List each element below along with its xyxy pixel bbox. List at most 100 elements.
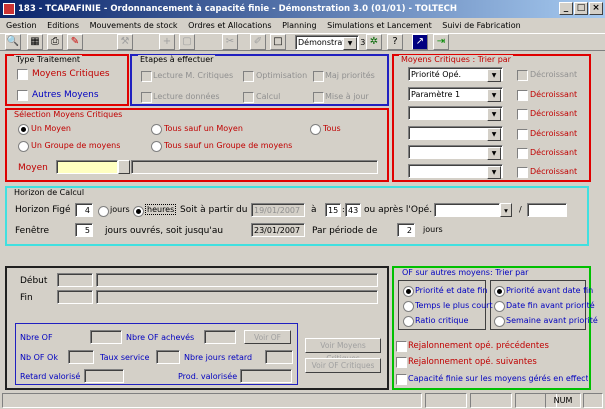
decroissant-checkbox-3[interactable] — [517, 109, 528, 120]
tri-select-4[interactable]: ▼ — [408, 126, 503, 141]
date-fin-avant-radio[interactable] — [494, 301, 505, 312]
voir-moyens-critiques-button[interactable]: Voir Moyens Critiques — [305, 338, 381, 363]
tools-icon[interactable]: ⚒ — [117, 34, 133, 50]
tri-select-2[interactable]: Paramètre 1 ▼ — [408, 87, 503, 102]
menu-ordres[interactable]: Ordres et Allocations — [188, 21, 271, 30]
scenario-select[interactable]: Démonstration 3 ▼ — [295, 35, 365, 50]
fin-detail-field — [96, 290, 378, 304]
decroissant-checkbox-6[interactable] — [517, 167, 528, 178]
calcul-checkbox[interactable] — [243, 92, 254, 103]
operation-suffix-input[interactable] — [527, 203, 567, 217]
autres-moyens-checkbox[interactable] — [17, 90, 28, 101]
decroissant-checkbox-2[interactable] — [517, 90, 528, 101]
chart-icon[interactable]: ↗ — [412, 34, 428, 50]
close-button[interactable]: × — [589, 2, 603, 15]
rejal-precedentes-checkbox[interactable] — [396, 341, 407, 352]
decroissant-label-4: Décroissant — [530, 129, 578, 138]
lecture-critiques-checkbox[interactable] — [141, 71, 152, 82]
periode-input[interactable]: 2 — [397, 223, 415, 237]
ratio-critique-radio[interactable] — [403, 316, 414, 327]
heures-radio[interactable] — [133, 206, 144, 217]
un-groupe-radio[interactable] — [18, 141, 29, 152]
slash-label: / — [519, 205, 522, 214]
operation-dropdown-button[interactable]: ▾ — [500, 203, 512, 217]
moyens-critiques-checkbox[interactable] — [17, 69, 28, 80]
horizon-fige-label: Horizon Figé — [15, 205, 71, 215]
menu-editions[interactable]: Editions — [47, 21, 79, 30]
menu-simulations[interactable]: Simulations et Lancement — [327, 21, 432, 30]
status-panel-main — [2, 393, 422, 408]
optimisation-checkbox[interactable] — [243, 71, 254, 82]
heures-label: heures — [145, 204, 177, 215]
voir-of-critiques-button[interactable]: Voir OF Critiques — [305, 358, 381, 373]
decroissant-label-5: Décroissant — [530, 148, 578, 157]
taux-service-label: Taux service — [100, 353, 150, 362]
ratio-critique-label: Ratio critique — [415, 316, 469, 325]
tree-icon[interactable]: ✲ — [366, 34, 382, 50]
add-icon[interactable]: + — [159, 34, 175, 50]
jours-ouvres-label: jours ouvrés, soit jusqu'au — [105, 226, 224, 236]
moyen-lookup-button[interactable] — [118, 160, 130, 174]
priorite-avant-date-radio[interactable] — [494, 286, 505, 297]
tri-select-6[interactable]: ▼ — [408, 164, 503, 179]
zoom-icon[interactable]: 🔍 — [5, 34, 21, 50]
nb-of-ok-field — [68, 350, 94, 364]
semaine-avant-radio[interactable] — [494, 316, 505, 327]
exit-icon[interactable]: ⇥ — [433, 34, 449, 50]
moyen-input[interactable] — [56, 160, 118, 174]
nbre-of-acheves-label: Nbre OF achevés — [126, 333, 195, 342]
priorite-date-fin-label: Priorité et date fin — [415, 286, 488, 295]
un-groupe-label: Un Groupe de moyens — [31, 141, 121, 150]
prod-valorisee-label: Prod. valorisée — [178, 372, 238, 381]
decroissant-checkbox-1[interactable] — [517, 70, 528, 81]
decroissant-checkbox-5[interactable] — [517, 148, 528, 159]
maj-priorites-checkbox[interactable] — [313, 71, 324, 82]
delete-icon[interactable]: ✎ — [67, 34, 83, 50]
menu-planning[interactable]: Planning — [282, 21, 316, 30]
nbre-of-acheves-field — [204, 330, 236, 344]
moyens-tri-title: Moyens Critiques : Trier par — [399, 55, 513, 64]
voir-of-button[interactable]: Voir OF — [244, 330, 291, 344]
fenetre-input[interactable]: 5 — [75, 223, 93, 237]
fin-label: Fin — [20, 293, 33, 303]
cut-icon[interactable]: ✂ — [222, 34, 238, 50]
decroissant-checkbox-4[interactable] — [517, 129, 528, 140]
copy-icon[interactable]: ▢ — [179, 34, 195, 50]
tri-select-5[interactable]: ▼ — [408, 145, 503, 160]
debut-label: Début — [20, 276, 48, 286]
priorite-date-fin-radio[interactable] — [403, 286, 414, 297]
print-icon[interactable]: ⎙ — [47, 34, 63, 50]
minimize-button[interactable]: _ — [559, 2, 573, 15]
page-icon[interactable]: □ — [270, 34, 286, 50]
selection-title: Sélection Moyens Critiques — [12, 110, 125, 119]
help-icon[interactable]: ? — [387, 34, 403, 50]
hour-input[interactable]: 15 — [325, 203, 341, 217]
horizon-fige-input[interactable]: 4 — [75, 203, 93, 217]
of-tri-title: OF sur autres moyens: Trier par — [400, 268, 531, 277]
fenetre-label: Fenêtre — [15, 226, 50, 236]
operation-input[interactable] — [434, 203, 500, 217]
menu-mouvements[interactable]: Mouvements de stock — [90, 21, 178, 30]
capacite-finie-checkbox[interactable] — [396, 374, 407, 385]
rejal-suivantes-checkbox[interactable] — [396, 357, 407, 368]
lecture-donnees-checkbox[interactable] — [141, 92, 152, 103]
tous-sauf-un-radio[interactable] — [151, 124, 162, 135]
minute-input[interactable]: 43 — [345, 203, 361, 217]
calculator-icon[interactable]: ▦ — [27, 34, 43, 50]
mise-a-jour-checkbox[interactable] — [313, 92, 324, 103]
temps-plus-court-radio[interactable] — [403, 301, 414, 312]
tri-select-1[interactable]: Priorité Opé. ▼ — [408, 67, 503, 82]
maximize-button[interactable]: □ — [574, 2, 588, 15]
tri-select-3[interactable]: ▼ — [408, 106, 503, 121]
jours-radio[interactable] — [98, 206, 109, 217]
un-moyen-radio[interactable] — [18, 124, 29, 135]
edit-icon[interactable]: ✐ — [250, 34, 266, 50]
tous-sauf-groupe-radio[interactable] — [151, 141, 162, 152]
menu-suivi[interactable]: Suivi de Fabrication — [442, 21, 520, 30]
soit-a-partir-label: Soit à partir du — [180, 205, 248, 215]
menu-gestion[interactable]: Gestion — [6, 21, 37, 30]
maj-priorites-label: Maj priorités — [325, 71, 375, 80]
num-lock-indicator: NUM — [545, 393, 581, 408]
app-icon — [3, 3, 15, 15]
tous-radio[interactable] — [310, 124, 321, 135]
